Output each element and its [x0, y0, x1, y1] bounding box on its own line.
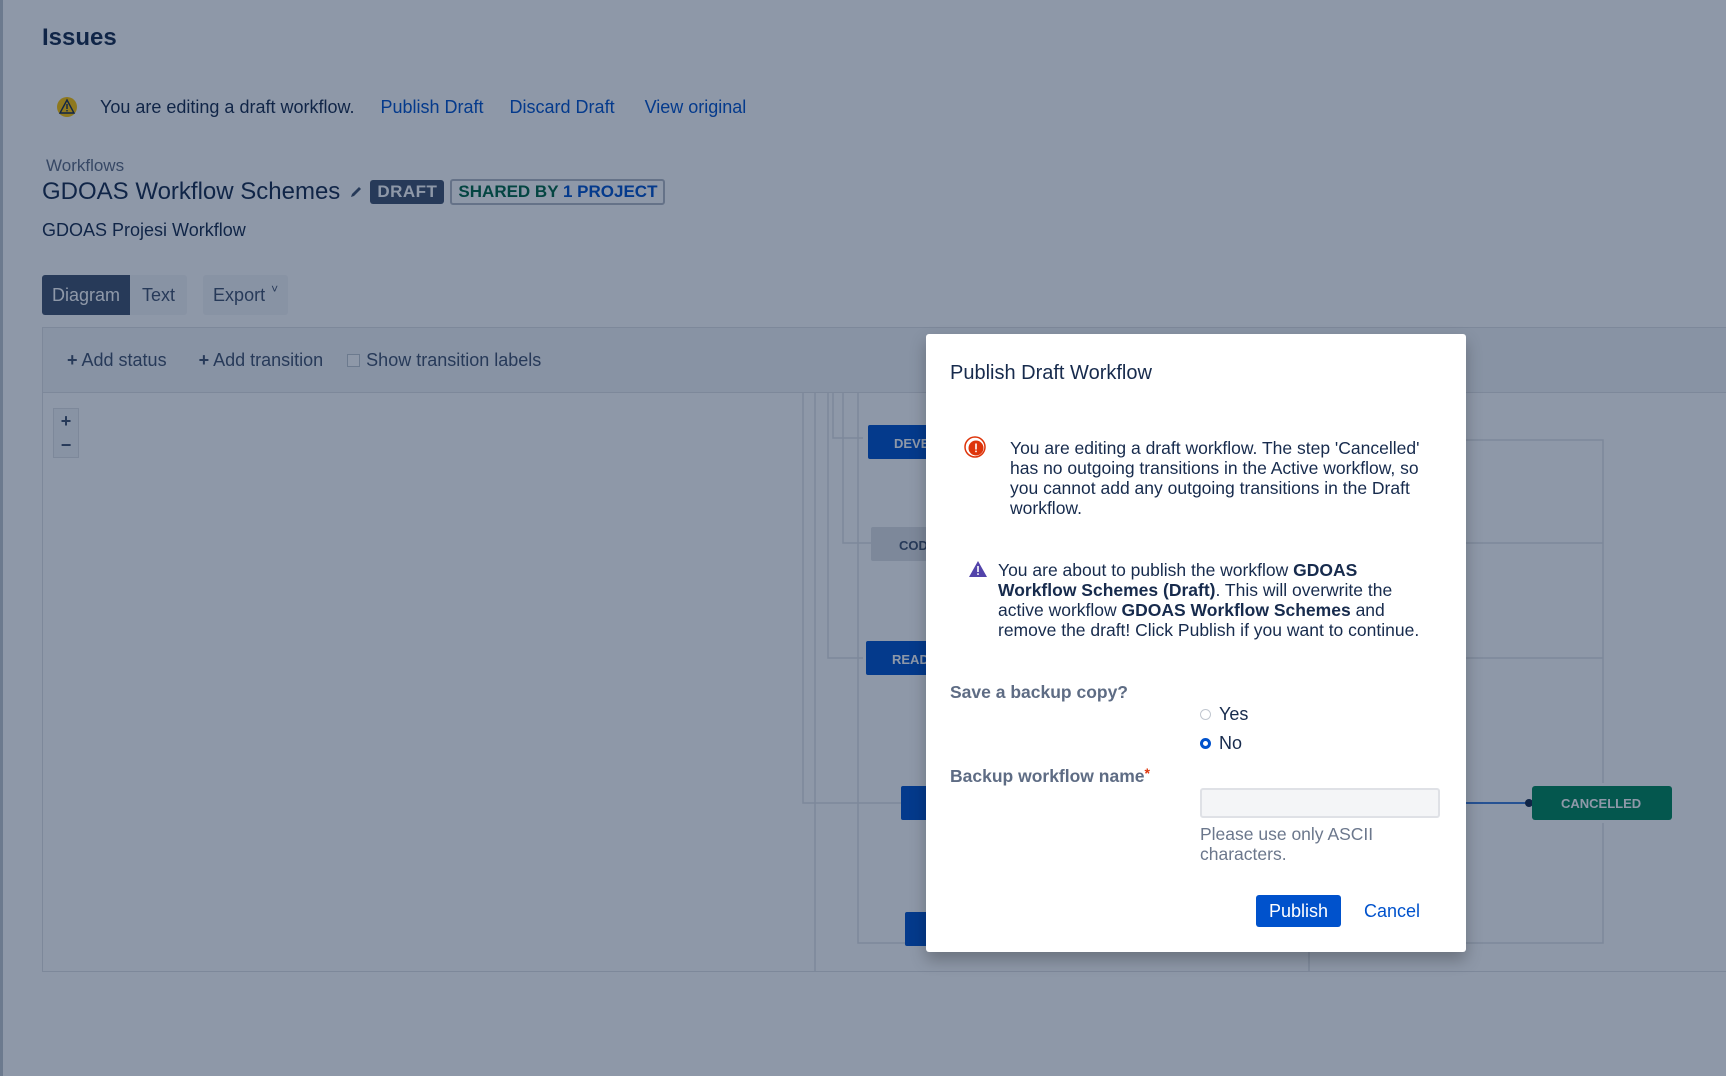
cancel-link[interactable]: Cancel: [1364, 895, 1420, 927]
warning-triangle-icon: [968, 560, 988, 578]
backup-name-help: Please use only ASCII characters.: [1200, 824, 1374, 864]
warning-text-1: You are about to publish the workflow: [998, 560, 1294, 580]
publish-button[interactable]: Publish: [1256, 895, 1341, 927]
jira-workflow-page: Issues You are editing a draft workflow.…: [0, 0, 1726, 1076]
modal-backdrop[interactable]: [0, 0, 1726, 1076]
error-message: You are editing a draft workflow. The st…: [1010, 438, 1420, 518]
backup-option-yes[interactable]: Yes: [1200, 704, 1248, 725]
publish-warning-message: You are about to publish the workflow GD…: [998, 560, 1438, 640]
backup-name-label-text: Backup workflow name: [950, 766, 1145, 786]
radio-yes[interactable]: [1200, 709, 1211, 720]
backup-name-input[interactable]: [1200, 788, 1440, 818]
radio-no[interactable]: [1200, 738, 1211, 749]
option-no-label: No: [1219, 733, 1243, 753]
option-yes-label: Yes: [1219, 704, 1249, 724]
backup-copy-label: Save a backup copy?: [950, 682, 1128, 702]
required-marker: *: [1144, 765, 1150, 781]
warning-active-name: GDOAS Workflow Schemes: [1121, 600, 1351, 620]
dialog-title: Publish Draft Workflow: [950, 362, 1152, 384]
backup-option-no[interactable]: No: [1200, 733, 1242, 754]
error-icon: [964, 436, 986, 458]
publish-draft-dialog: Publish Draft Workflow You are editing a…: [926, 334, 1466, 952]
backup-name-label: Backup workflow name*: [950, 765, 1150, 787]
